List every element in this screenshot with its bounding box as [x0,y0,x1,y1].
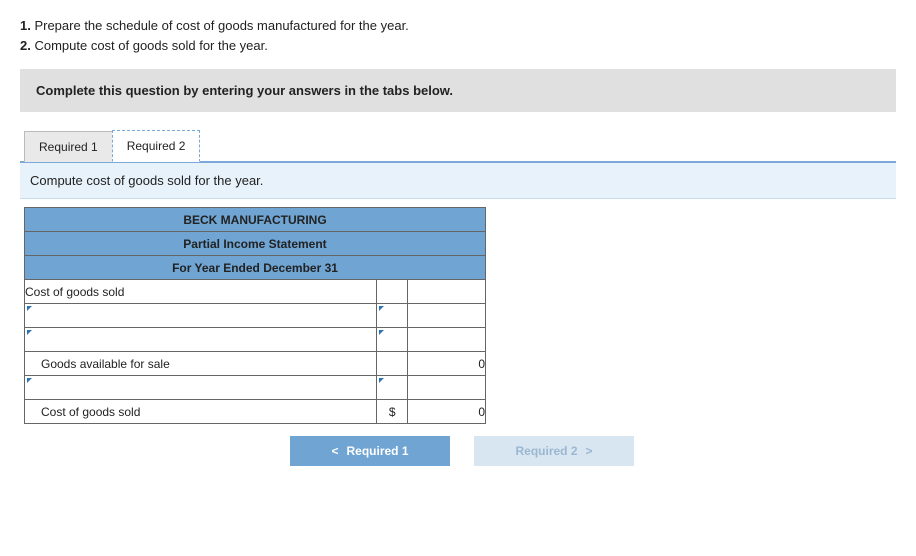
cell-empty [408,280,486,304]
instructions: 1. Prepare the schedule of cost of goods… [20,16,896,55]
next-button[interactable]: Required 2 > [474,436,634,466]
input-cell-val[interactable] [408,328,486,352]
input-cell-desc[interactable] [25,376,377,400]
worksheet: BECK MANUFACTURING Partial Income Statem… [20,199,896,424]
table-row: Cost of goods sold $ 0 [25,400,486,424]
tab-required-1[interactable]: Required 1 [24,131,113,162]
cell-empty [377,280,408,304]
instruction-banner: Complete this question by entering your … [20,69,896,112]
tab-prompt: Compute cost of goods sold for the year. [20,163,896,199]
sheet-header-statement: Partial Income Statement [25,232,486,256]
table-row [25,376,486,400]
next-button-label: Required 2 [515,444,577,458]
row-final-label: Cost of goods sold [25,400,377,424]
instruction-1-text: Prepare the schedule of cost of goods ma… [31,18,409,33]
tabs: Required 1 Required 2 [20,130,896,162]
chevron-right-icon: > [586,444,593,458]
input-cell-sym[interactable] [377,304,408,328]
row-gas-label: Goods available for sale [25,352,377,376]
cell-empty [377,352,408,376]
instruction-2: 2. Compute cost of goods sold for the ye… [20,36,896,56]
instruction-1: 1. Prepare the schedule of cost of goods… [20,16,896,36]
instruction-1-num: 1. [20,18,31,33]
input-cell-val[interactable] [408,304,486,328]
row-cogs-label: Cost of goods sold [25,280,377,304]
worksheet-table: BECK MANUFACTURING Partial Income Statem… [24,207,486,424]
input-cell-val[interactable] [408,376,486,400]
table-row: Cost of goods sold [25,280,486,304]
sheet-header-company: BECK MANUFACTURING [25,208,486,232]
table-row [25,304,486,328]
tab-required-2[interactable]: Required 2 [112,130,201,162]
prev-button-label: Required 1 [347,444,409,458]
table-row [25,328,486,352]
input-cell-desc[interactable] [25,328,377,352]
row-final-val: 0 [408,400,486,424]
nav-buttons: < Required 1 Required 2 > [290,436,896,466]
chevron-left-icon: < [331,444,338,458]
prev-button[interactable]: < Required 1 [290,436,450,466]
row-final-sym: $ [377,400,408,424]
row-gas-val: 0 [408,352,486,376]
input-cell-sym[interactable] [377,328,408,352]
instruction-2-text: Compute cost of goods sold for the year. [31,38,268,53]
input-cell-desc[interactable] [25,304,377,328]
sheet-header-period: For Year Ended December 31 [25,256,486,280]
table-row: Goods available for sale 0 [25,352,486,376]
instruction-2-num: 2. [20,38,31,53]
input-cell-sym[interactable] [377,376,408,400]
